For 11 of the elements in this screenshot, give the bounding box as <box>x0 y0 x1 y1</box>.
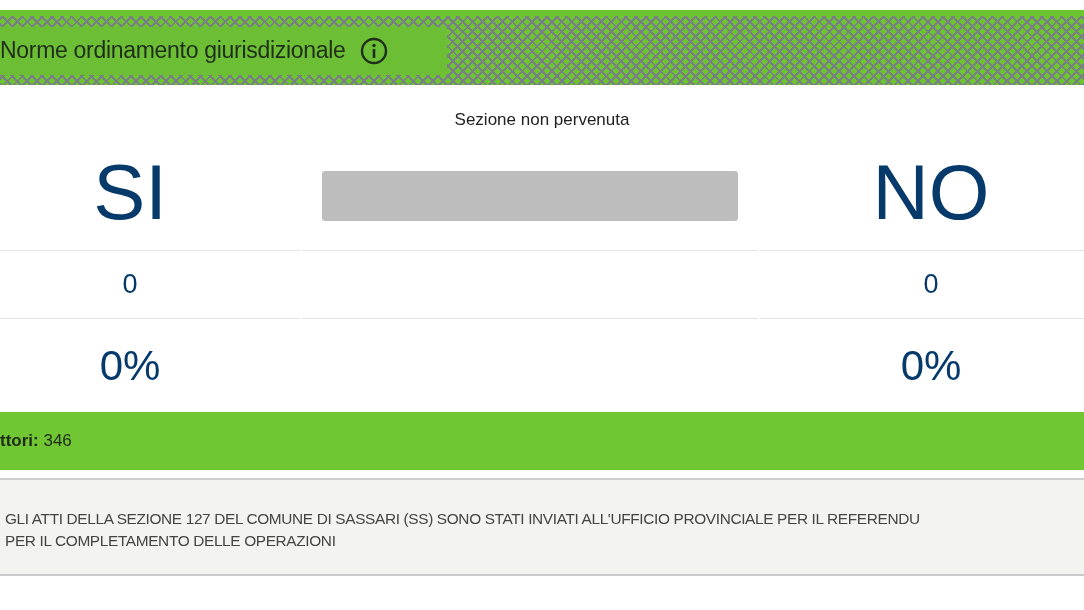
section-status: Sezione non pervenuta <box>453 109 631 131</box>
vote-count: 0 <box>923 269 939 300</box>
vote-percent: 0% <box>99 341 161 390</box>
vote-percent: 0% <box>900 341 962 390</box>
vote-label: SI <box>93 147 167 238</box>
info-icon[interactable] <box>359 36 388 65</box>
vote-label: NO <box>872 147 990 238</box>
vote-count: 0 <box>122 269 138 300</box>
section-title: Norme ordinamento giurisdizionale <box>0 37 346 64</box>
voters-count: ttori: 346 <box>0 431 72 451</box>
notice-text: GLI ATTI DELLA SEZIONE 127 DEL COMUNE DI SASSARI (SS) SONO STATI INVIATI ALL'UFFICIO PROVINCIALE PER IL REFERENDU PER IL COMPLETAMENTO DELLE OPERAZIONI <box>5 509 921 551</box>
